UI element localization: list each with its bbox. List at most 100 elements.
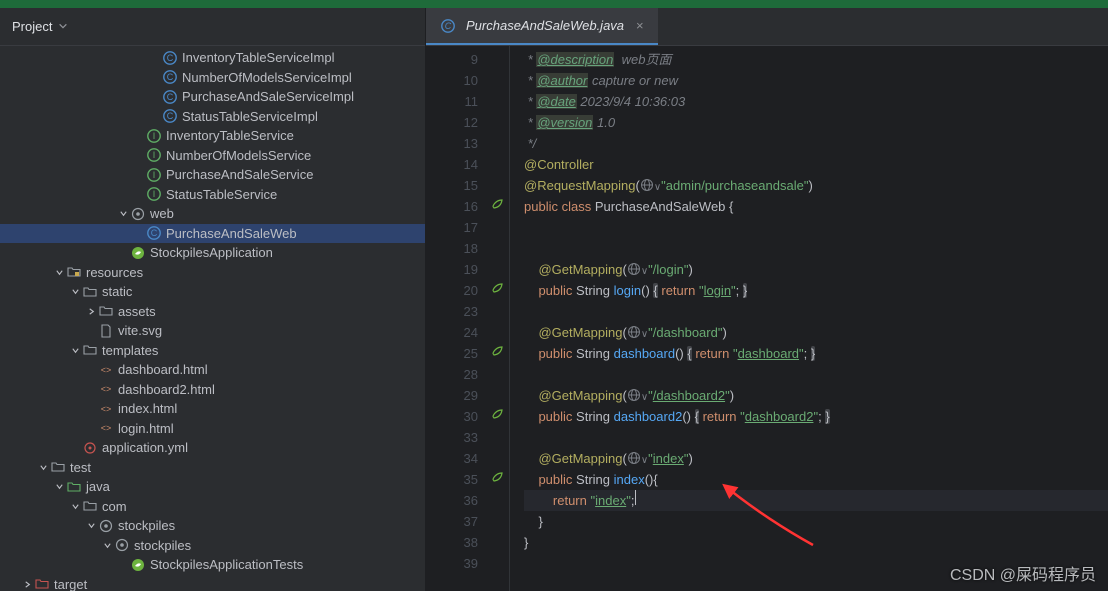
code-line[interactable]: [524, 217, 1108, 238]
code-line[interactable]: * @author capture or new: [524, 70, 1108, 91]
code-line[interactable]: public class PurchaseAndSaleWeb {: [524, 196, 1108, 217]
code-line[interactable]: * @version 1.0: [524, 112, 1108, 133]
project-tree[interactable]: CInventoryTableServiceImplCNumberOfModel…: [0, 46, 425, 591]
line-number: 35: [426, 469, 478, 490]
expand-arrow-icon[interactable]: [52, 482, 66, 491]
expand-arrow-icon[interactable]: [116, 209, 130, 218]
svg-text:C: C: [445, 21, 452, 31]
svg-text:I: I: [153, 189, 156, 199]
line-number: 16: [426, 196, 478, 217]
code-area[interactable]: * @description web页面 * @author capture o…: [510, 46, 1108, 591]
tree-item[interactable]: templates: [0, 341, 425, 361]
code-line[interactable]: @GetMapping(∨"/dashboard2"): [524, 385, 1108, 406]
code-line[interactable]: [524, 238, 1108, 259]
watermark: CSDN @屎码程序员: [950, 561, 1096, 585]
code-line[interactable]: return "index";: [524, 490, 1108, 511]
spring-icon: [130, 557, 146, 573]
tree-item-label: dashboard2.html: [118, 382, 215, 397]
line-number: 37: [426, 511, 478, 532]
tree-item[interactable]: com: [0, 497, 425, 517]
code-line[interactable]: public String dashboard() { return "dash…: [524, 343, 1108, 364]
tree-item[interactable]: IStatusTableService: [0, 185, 425, 205]
line-number: 20: [426, 280, 478, 301]
code-line[interactable]: }: [524, 511, 1108, 532]
expand-arrow-icon[interactable]: [20, 580, 34, 589]
tree-item[interactable]: CPurchaseAndSaleWeb: [0, 224, 425, 244]
close-icon[interactable]: ×: [636, 18, 644, 33]
code-line[interactable]: public String login() { return "login"; …: [524, 280, 1108, 301]
code-line[interactable]: [524, 364, 1108, 385]
tree-item[interactable]: StockpilesApplicationTests: [0, 555, 425, 575]
line-number: 29: [426, 385, 478, 406]
tree-item[interactable]: test: [0, 458, 425, 478]
spring-icon: [130, 245, 146, 261]
tree-item[interactable]: <>login.html: [0, 419, 425, 439]
tree-item-label: resources: [86, 265, 143, 280]
code-line[interactable]: [524, 427, 1108, 448]
tree-item[interactable]: java: [0, 477, 425, 497]
tree-item[interactable]: vite.svg: [0, 321, 425, 341]
tree-item[interactable]: IInventoryTableService: [0, 126, 425, 146]
globe-icon: [640, 177, 654, 198]
tree-item[interactable]: StockpilesApplication: [0, 243, 425, 263]
tree-item[interactable]: static: [0, 282, 425, 302]
tree-item-label: static: [102, 284, 132, 299]
code-line[interactable]: @GetMapping(∨"/login"): [524, 259, 1108, 280]
package-icon: [98, 518, 114, 534]
line-number: 14: [426, 154, 478, 175]
svg-text:I: I: [153, 131, 156, 141]
expand-arrow-icon[interactable]: [68, 346, 82, 355]
line-number: 34: [426, 448, 478, 469]
code-line[interactable]: * @description web页面: [524, 49, 1108, 70]
expand-arrow-icon[interactable]: [84, 521, 98, 530]
expand-arrow-icon[interactable]: [68, 502, 82, 511]
code-line[interactable]: public String index(){: [524, 469, 1108, 490]
expand-arrow-icon[interactable]: [36, 463, 50, 472]
tree-item[interactable]: application.yml: [0, 438, 425, 458]
interface-i-icon: I: [146, 128, 162, 144]
tree-item[interactable]: resources: [0, 263, 425, 283]
folder-icon: [82, 498, 98, 514]
tree-item-label: index.html: [118, 401, 177, 416]
line-number: 24: [426, 322, 478, 343]
tab-purchaseandsaleweb[interactable]: C PurchaseAndSaleWeb.java ×: [426, 8, 658, 45]
expand-arrow-icon[interactable]: [84, 307, 98, 316]
code-line[interactable]: [524, 301, 1108, 322]
tree-item[interactable]: stockpiles: [0, 516, 425, 536]
code-line[interactable]: @RequestMapping(∨"admin/purchaseandsale"…: [524, 175, 1108, 196]
expand-arrow-icon[interactable]: [68, 287, 82, 296]
tree-item[interactable]: <>dashboard.html: [0, 360, 425, 380]
gutter-icon-strip: [486, 46, 510, 591]
tree-item[interactable]: CNumberOfModelsServiceImpl: [0, 68, 425, 88]
tree-item[interactable]: CStatusTableServiceImpl: [0, 107, 425, 127]
code-line[interactable]: @Controller: [524, 154, 1108, 175]
code-line[interactable]: */: [524, 133, 1108, 154]
package-icon: [130, 206, 146, 222]
code-line[interactable]: @GetMapping(∨"index"): [524, 448, 1108, 469]
expand-arrow-icon[interactable]: [52, 268, 66, 277]
tree-item[interactable]: IPurchaseAndSaleService: [0, 165, 425, 185]
html-icon: <>: [98, 362, 114, 378]
tree-item[interactable]: web: [0, 204, 425, 224]
expand-arrow-icon[interactable]: [100, 541, 114, 550]
tree-item[interactable]: <>dashboard2.html: [0, 380, 425, 400]
tree-item[interactable]: INumberOfModelsService: [0, 146, 425, 166]
code-line[interactable]: public String dashboard2() { return "das…: [524, 406, 1108, 427]
tree-item[interactable]: assets: [0, 302, 425, 322]
code-line[interactable]: * @date 2023/9/4 10:36:03: [524, 91, 1108, 112]
tree-item-label: login.html: [118, 421, 174, 436]
tree-item[interactable]: target: [0, 575, 425, 591]
code-line[interactable]: @GetMapping(∨"/dashboard"): [524, 322, 1108, 343]
tree-item[interactable]: CPurchaseAndSaleServiceImpl: [0, 87, 425, 107]
tree-item[interactable]: <>index.html: [0, 399, 425, 419]
editor-pane: C PurchaseAndSaleWeb.java × 910111213141…: [426, 8, 1108, 591]
editor-tabs: C PurchaseAndSaleWeb.java ×: [426, 8, 1108, 46]
project-header[interactable]: Project: [0, 8, 425, 46]
code-line[interactable]: }: [524, 532, 1108, 553]
tree-item[interactable]: stockpiles: [0, 536, 425, 556]
folder-ex-icon: [34, 576, 50, 591]
globe-icon: [627, 387, 641, 408]
tree-item-label: NumberOfModelsServiceImpl: [182, 70, 352, 85]
tree-item[interactable]: CInventoryTableServiceImpl: [0, 48, 425, 68]
code-editor[interactable]: 9101112131415161718192023242528293033343…: [426, 46, 1108, 591]
